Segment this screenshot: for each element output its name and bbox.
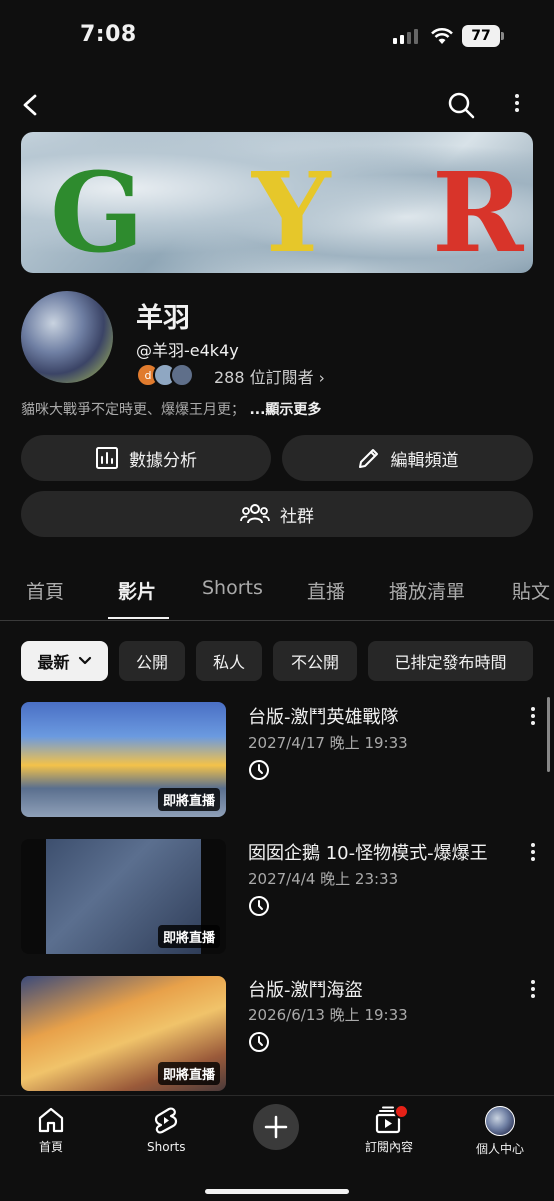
battery-cap [501,32,504,40]
cellular-signal-icon [393,29,418,44]
video-more-icon[interactable] [526,843,540,861]
tab-posts[interactable]: 貼文 [512,577,550,604]
back-button[interactable] [16,90,46,120]
video-thumbnail[interactable]: 即將直播 [21,702,226,817]
shorts-icon [155,1107,178,1134]
more-options-button[interactable] [504,92,530,120]
people-icon [240,504,270,524]
community-button[interactable]: 社群 [21,491,533,537]
nav-subscriptions[interactable]: 訂閱內容 [365,1104,414,1155]
back-arrow-icon [23,94,37,116]
banner-letter-y: Y [252,148,331,277]
chevron-down-icon [78,656,91,665]
chip-scheduled[interactable]: 已排定發布時間 [368,641,533,681]
channel-handle: @羊羽-e4k4y [136,341,239,360]
clock-icon [249,760,269,780]
analytics-button[interactable]: 數據分析 [21,435,271,481]
tab-videos[interactable]: 影片 [118,577,156,604]
chip-private[interactable]: 私人 [196,641,262,681]
tab-playlists[interactable]: 播放清單 [389,577,465,604]
home-icon [38,1107,64,1133]
chip-unlisted[interactable]: 不公開 [273,641,357,681]
plus-icon [264,1115,288,1139]
pencil-icon [358,449,378,468]
tabs-divider [0,620,554,621]
video-more-icon[interactable] [526,980,540,998]
tab-shorts[interactable]: Shorts [202,577,263,599]
video-title[interactable]: 台版-激鬥英雄戰隊 [248,703,399,729]
chip-latest[interactable]: 最新 [21,641,108,681]
nav-you[interactable]: 個人中心 [476,1106,524,1157]
notification-dot [394,1104,409,1119]
profile-avatar [485,1106,515,1136]
video-date: 2026/6/13 晚上 19:33 [248,1006,408,1024]
create-button[interactable] [253,1104,299,1150]
subscriber-avatars: d [136,363,194,387]
tab-home[interactable]: 首頁 [26,577,64,604]
nav-home-label: 首頁 [38,1140,63,1154]
community-label: 社群 [280,506,314,527]
wifi-icon [431,28,453,44]
clock-icon [249,896,269,916]
analytics-icon [96,447,118,469]
analytics-label: 數據分析 [129,450,197,471]
active-tab-indicator [108,617,169,619]
bottom-navigation: 首頁 Shorts 訂閱內容 個人中心 [0,1095,554,1201]
nav-shorts[interactable]: Shorts [147,1106,185,1154]
video-date: 2027/4/4 晚上 23:33 [248,870,399,888]
video-more-icon[interactable] [526,707,540,725]
banner-letter-r: R [432,148,524,277]
search-icon [448,92,475,119]
upcoming-badge: 即將直播 [157,1062,220,1085]
description-text: 貓咪大戰爭不定時更、爆爆王月更； [21,402,245,418]
search-button[interactable] [444,88,478,122]
video-thumbnail[interactable]: 即將直播 [21,976,226,1091]
nav-shorts-label: Shorts [147,1140,186,1154]
nav-subscriptions-label: 訂閱內容 [365,1140,414,1154]
nav-home[interactable]: 首頁 [36,1106,66,1155]
clock-icon [249,1032,269,1052]
channel-name: 羊羽 [136,303,190,334]
tab-live[interactable]: 直播 [307,577,345,604]
subscriber-avatar-3 [170,363,194,387]
upcoming-badge: 即將直播 [157,788,220,811]
video-date: 2027/4/17 晚上 19:33 [248,734,408,752]
battery-indicator: 77 [462,25,500,47]
upcoming-badge: 即將直播 [157,925,220,948]
channel-avatar[interactable] [21,291,113,383]
subscriber-count-link[interactable]: 288 位訂閱者 › [214,364,325,388]
show-more-link[interactable]: ...顯示更多 [249,402,321,418]
chevron-right-icon: › [318,369,325,387]
edit-channel-button[interactable]: 編輯頻道 [282,435,533,481]
more-vert-icon [510,94,524,112]
video-title[interactable]: 囡囡企鵝 10-怪物模式-爆爆王 [248,839,488,865]
channel-description[interactable]: 貓咪大戰爭不定時更、爆爆王月更； ...顯示更多 [21,399,321,419]
scrollbar[interactable] [547,697,550,772]
video-title[interactable]: 台版-激鬥海盜 [248,976,363,1002]
chip-latest-label: 最新 [37,653,70,672]
home-indicator [205,1189,349,1194]
status-time: 7:08 [80,22,137,47]
subscriptions-icon-wrap [374,1104,409,1134]
edit-channel-label: 編輯頻道 [390,450,459,471]
nav-you-label: 個人中心 [476,1142,525,1156]
video-thumbnail[interactable]: 即將直播 [21,839,226,954]
subscriber-count: 288 位訂閱者 [214,368,314,387]
banner-letter-g: G [50,148,144,277]
chip-public[interactable]: 公開 [119,641,185,681]
